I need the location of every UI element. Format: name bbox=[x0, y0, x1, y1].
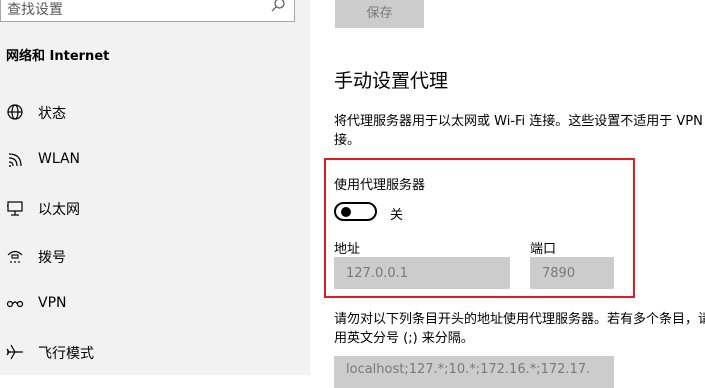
section-title: 网络和 Internet bbox=[6, 49, 110, 64]
dialup-icon bbox=[7, 250, 23, 263]
sidebar-item-label: 拨号 bbox=[38, 250, 66, 266]
sidebar-item-dialup[interactable]: 拨号 bbox=[0, 237, 310, 277]
exceptions-input[interactable]: localhost;127.*;10.*;172.16.*;172.17. bbox=[334, 356, 614, 388]
save-button[interactable]: 保存 bbox=[335, 0, 424, 28]
exceptions-description: 请勿对以下列条目开头的地址使用代理服务器。若有多个条目，请使用英文分号 (;) … bbox=[334, 312, 705, 346]
search-box[interactable]: 查找设置 bbox=[0, 0, 295, 22]
wifi-icon bbox=[8, 153, 22, 167]
sidebar-item-label: 飞行模式 bbox=[38, 346, 94, 362]
sidebar: 查找设置 网络和 Internet 状态 WLAN 以太网 拨号 VPN 飞行模… bbox=[0, 0, 310, 375]
sidebar-item-label: 以太网 bbox=[38, 202, 80, 218]
address-label: 地址 bbox=[334, 242, 361, 257]
address-input[interactable] bbox=[334, 257, 510, 289]
sidebar-item-status[interactable]: 状态 bbox=[0, 93, 310, 133]
sidebar-item-vpn[interactable]: VPN bbox=[0, 285, 310, 325]
sidebar-item-label: VPN bbox=[38, 295, 67, 311]
vpn-icon bbox=[6, 300, 24, 308]
toggle-knob bbox=[341, 207, 351, 217]
globe-icon bbox=[7, 104, 23, 120]
use-proxy-toggle[interactable] bbox=[334, 202, 377, 221]
ethernet-icon bbox=[7, 201, 23, 216]
port-label: 端口 bbox=[530, 242, 557, 257]
sidebar-item-airplane-mode[interactable]: 飞行模式 bbox=[0, 333, 310, 373]
sidebar-item-label: 状态 bbox=[38, 106, 66, 122]
use-proxy-label: 使用代理服务器 bbox=[334, 178, 426, 193]
search-input[interactable]: 查找设置 bbox=[7, 0, 63, 19]
proxy-description: 将代理服务器用于以太网或 Wi-Fi 连接。这些设置不适用于 VPN 连接。 bbox=[334, 114, 705, 148]
sidebar-item-label: WLAN bbox=[38, 151, 81, 167]
search-icon[interactable] bbox=[270, 0, 286, 13]
airplane-icon bbox=[6, 344, 23, 360]
sidebar-item-wlan[interactable]: WLAN bbox=[0, 141, 310, 181]
sidebar-item-ethernet[interactable]: 以太网 bbox=[0, 189, 310, 229]
page-title: 手动设置代理 bbox=[334, 70, 449, 92]
toggle-state-label: 关 bbox=[390, 208, 404, 223]
port-input[interactable] bbox=[530, 257, 614, 289]
